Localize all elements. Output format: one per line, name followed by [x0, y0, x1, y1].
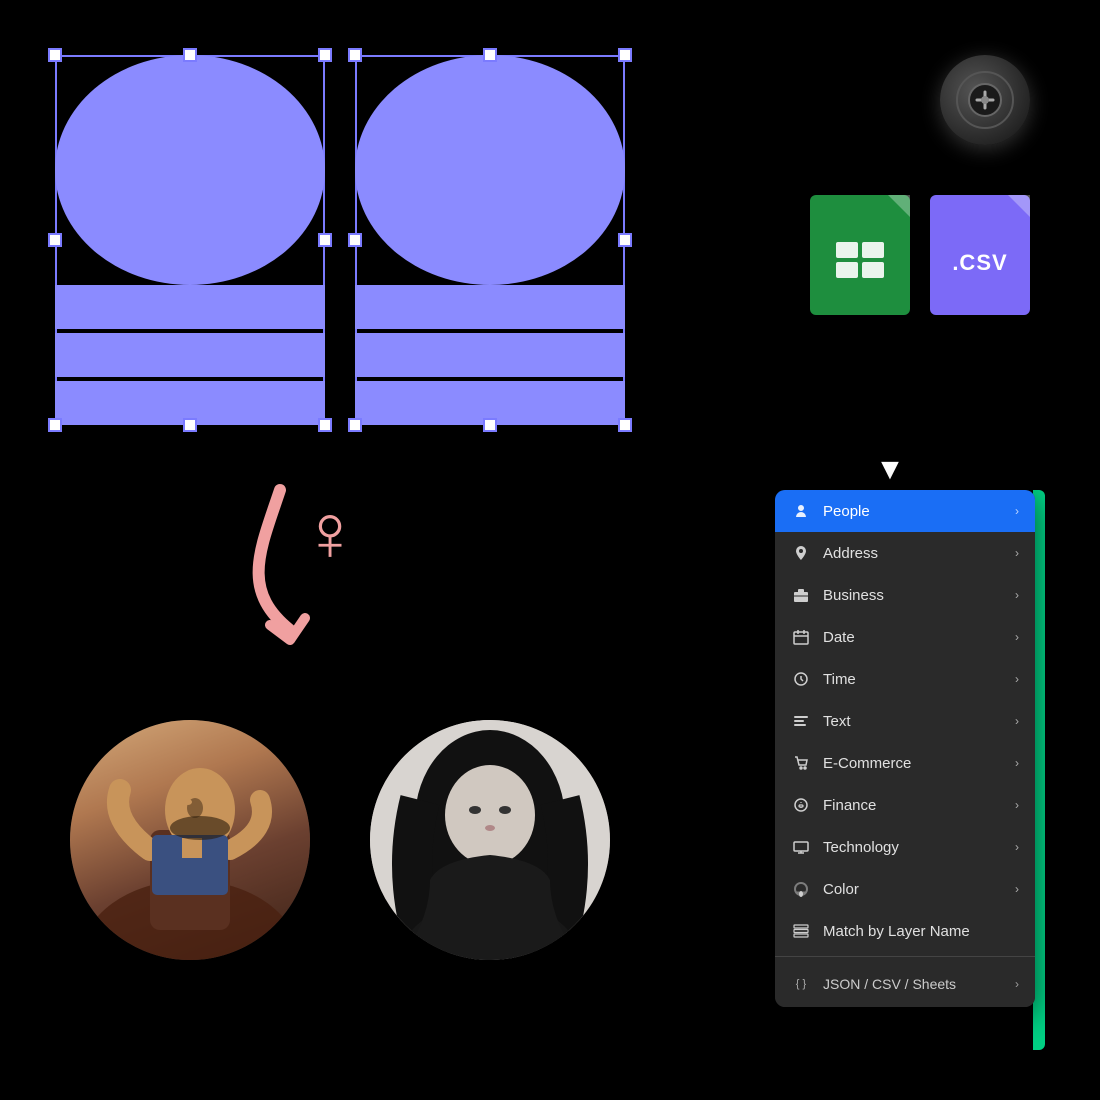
menu-item-address-label: Address	[823, 545, 1003, 562]
photo-circle-woman	[370, 720, 610, 960]
handle-mr-2[interactable]	[618, 233, 632, 247]
people-icon	[791, 501, 811, 521]
text-row-1a	[55, 285, 325, 329]
match-icon	[791, 921, 811, 941]
svg-text:♀: ♀	[300, 490, 360, 578]
menu-item-ecommerce-label: E-Commerce	[823, 755, 1003, 772]
ecommerce-icon	[791, 753, 811, 773]
menu-item-address[interactable]: Address ›	[775, 532, 1035, 574]
color-icon	[791, 879, 811, 899]
address-chevron-icon: ›	[1015, 546, 1019, 560]
sheets-icon[interactable]	[810, 195, 910, 315]
handle-tl-2[interactable]	[348, 48, 362, 62]
menu-item-date[interactable]: Date ›	[775, 616, 1035, 658]
people-chevron-icon: ›	[1015, 504, 1019, 518]
menu-item-match-label: Match by Layer Name	[823, 923, 1019, 940]
ecommerce-chevron-icon: ›	[1015, 756, 1019, 770]
date-chevron-icon: ›	[1015, 630, 1019, 644]
text-rows-1	[55, 285, 325, 425]
menu-footer-label: JSON / CSV / Sheets	[823, 976, 1003, 992]
menu-item-color[interactable]: Color ›	[775, 868, 1035, 910]
time-chevron-icon: ›	[1015, 672, 1019, 686]
handle-tc-1[interactable]	[183, 48, 197, 62]
color-chevron-icon: ›	[1015, 882, 1019, 896]
circle-shape-1	[55, 55, 325, 285]
sheets-cell-2	[862, 242, 884, 258]
text-rows-2	[355, 285, 625, 425]
text-row-2a	[355, 285, 625, 329]
address-icon	[791, 543, 811, 563]
photo-woman-bg	[370, 720, 610, 960]
handle-mr-1[interactable]	[318, 233, 332, 247]
handle-tr-1[interactable]	[318, 48, 332, 62]
finance-chevron-icon: ›	[1015, 798, 1019, 812]
file-icons: .CSV	[810, 195, 1030, 315]
handle-tr-2[interactable]	[618, 48, 632, 62]
menu-item-business-label: Business	[823, 587, 1003, 604]
business-icon	[791, 585, 811, 605]
menu-item-date-label: Date	[823, 629, 1003, 646]
arrow-illustration: ♀	[200, 470, 420, 690]
app-icon[interactable]	[940, 55, 1030, 145]
csv-corner	[1008, 195, 1030, 217]
menu-item-color-label: Color	[823, 881, 1003, 898]
menu-item-match[interactable]: Match by Layer Name	[775, 910, 1035, 952]
json-icon: { }	[791, 974, 811, 994]
csv-label: .CSV	[952, 250, 1007, 276]
technology-chevron-icon: ›	[1015, 840, 1019, 854]
app-icon-circle	[940, 55, 1030, 145]
handle-bl-1[interactable]	[48, 418, 62, 432]
text-row-2b	[355, 333, 625, 377]
menu-divider	[775, 956, 1035, 957]
app-icon-svg	[955, 70, 1015, 130]
handle-ml-1[interactable]	[48, 233, 62, 247]
menu-item-text-label: Text	[823, 713, 1003, 730]
sheets-cell-4	[862, 262, 884, 278]
text-chevron-icon: ›	[1015, 714, 1019, 728]
business-chevron-icon: ›	[1015, 588, 1019, 602]
photo-man-bg	[70, 720, 310, 960]
menu-item-technology[interactable]: Technology ›	[775, 826, 1035, 868]
finance-icon	[791, 795, 811, 815]
dropdown-menu: People › Address › Business › Date › Tim…	[775, 490, 1035, 1007]
canvas-area	[55, 55, 675, 435]
menu-item-people[interactable]: People ›	[775, 490, 1035, 532]
date-icon	[791, 627, 811, 647]
sheets-grid	[836, 242, 884, 278]
text-icon	[791, 711, 811, 731]
menu-item-technology-label: Technology	[823, 839, 1003, 856]
sheets-corner	[888, 195, 910, 217]
photo-area	[70, 720, 610, 960]
arrow-svg: ♀	[200, 470, 420, 690]
handle-tl-1[interactable]	[48, 48, 62, 62]
menu-item-time[interactable]: Time ›	[775, 658, 1035, 700]
shape-item-2[interactable]	[355, 55, 625, 425]
handle-bc-1[interactable]	[183, 418, 197, 432]
handle-br-1[interactable]	[318, 418, 332, 432]
shape-item-1[interactable]	[55, 55, 325, 425]
menu-item-people-label: People	[823, 503, 1003, 520]
footer-chevron-icon: ›	[1015, 977, 1019, 991]
shape-group	[55, 55, 675, 425]
time-icon	[791, 669, 811, 689]
sheets-cell-1	[836, 242, 858, 258]
text-row-1b	[55, 333, 325, 377]
handle-br-2[interactable]	[618, 418, 632, 432]
handle-bc-2[interactable]	[483, 418, 497, 432]
csv-icon[interactable]: .CSV	[930, 195, 1030, 315]
sheets-cell-3	[836, 262, 858, 278]
menu-item-time-label: Time	[823, 671, 1003, 688]
handle-ml-2[interactable]	[348, 233, 362, 247]
menu-item-text[interactable]: Text ›	[775, 700, 1035, 742]
menu-item-ecommerce[interactable]: E-Commerce ›	[775, 742, 1035, 784]
menu-item-finance-label: Finance	[823, 797, 1003, 814]
menu-footer[interactable]: { } JSON / CSV / Sheets ›	[775, 961, 1035, 1007]
menu-item-business[interactable]: Business ›	[775, 574, 1035, 616]
photo-circle-man	[70, 720, 310, 960]
menu-item-finance[interactable]: Finance ›	[775, 784, 1035, 826]
circle-shape-2	[355, 55, 625, 285]
handle-bl-2[interactable]	[348, 418, 362, 432]
handle-tc-2[interactable]	[483, 48, 497, 62]
technology-icon	[791, 837, 811, 857]
